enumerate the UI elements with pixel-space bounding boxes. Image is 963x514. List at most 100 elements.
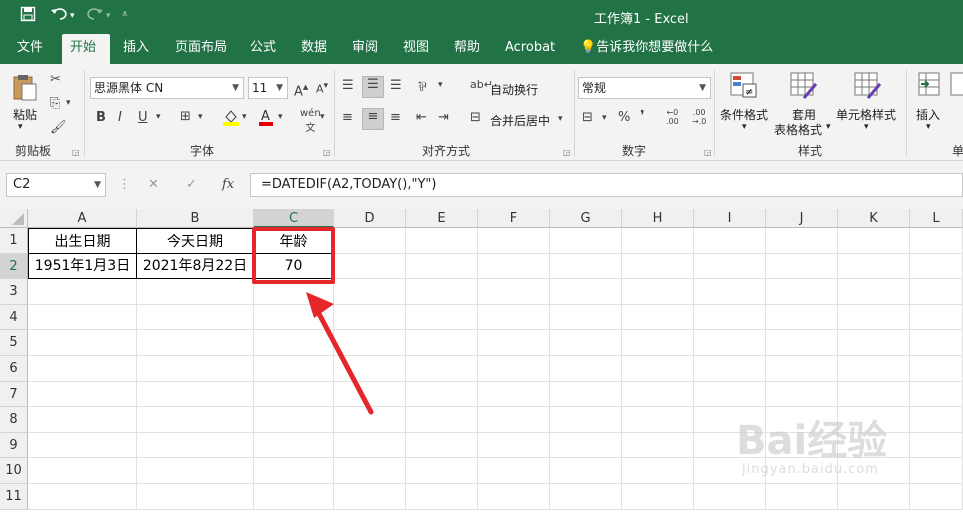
align-center-icon[interactable]: ≡: [362, 108, 384, 130]
row-header-2[interactable]: 2: [0, 254, 28, 279]
cell-c9[interactable]: [254, 433, 334, 458]
formula-input[interactable]: =DATEDIF(A2,TODAY(),"Y"): [250, 173, 963, 197]
cell-e11[interactable]: [406, 484, 478, 510]
column-header-j[interactable]: J: [766, 209, 838, 228]
merge-center-icon[interactable]: ⊟: [470, 110, 481, 125]
chevron-down-icon[interactable]: ▼: [94, 174, 101, 196]
cell-c5[interactable]: [254, 330, 334, 356]
insert-cells-button[interactable]: 插入: [916, 106, 940, 123]
cell-i3[interactable]: [694, 279, 766, 305]
cell-g1[interactable]: [550, 228, 622, 254]
increase-decimal-icon[interactable]: ←0.00: [666, 108, 679, 126]
font-launcher-icon[interactable]: ◲: [323, 148, 331, 157]
cell-l11[interactable]: [910, 484, 963, 510]
cell-e6[interactable]: [406, 356, 478, 382]
column-header-b[interactable]: B: [137, 209, 254, 228]
cell-b4[interactable]: [137, 305, 254, 330]
cell-styles-button[interactable]: 单元格样式: [836, 106, 896, 123]
cell-j4[interactable]: [766, 305, 838, 330]
align-bottom-icon[interactable]: ☰: [390, 78, 402, 93]
cell-g2[interactable]: [550, 254, 622, 279]
cell-a9[interactable]: [28, 433, 137, 458]
undo-dropdown-icon[interactable]: ▾: [70, 11, 75, 21]
save-icon[interactable]: [20, 6, 36, 26]
cell-k3[interactable]: [838, 279, 910, 305]
align-left-icon[interactable]: ≡: [342, 110, 353, 125]
cell-k11[interactable]: [838, 484, 910, 510]
font-color-icon[interactable]: A: [258, 108, 274, 130]
format-as-table-line2[interactable]: 表格格式: [774, 121, 822, 138]
column-header-e[interactable]: E: [406, 209, 478, 228]
merge-dropdown-icon[interactable]: ▾: [558, 114, 563, 124]
cell-d8[interactable]: [334, 407, 406, 433]
cell-k5[interactable]: [838, 330, 910, 356]
row-header-1[interactable]: 1: [0, 228, 28, 254]
insert-function-button[interactable]: fx: [222, 177, 234, 192]
tab-formulas[interactable]: 公式: [242, 34, 284, 64]
cell-k1[interactable]: [838, 228, 910, 254]
borders-dropdown-icon[interactable]: ▾: [198, 112, 203, 122]
borders-icon[interactable]: ⊞: [180, 109, 191, 124]
cut-icon[interactable]: ✂: [50, 72, 61, 87]
drag-handle-icon[interactable]: ⋮: [118, 177, 131, 192]
cell-b3[interactable]: [137, 279, 254, 305]
cell-g11[interactable]: [550, 484, 622, 510]
undo-icon[interactable]: [50, 6, 68, 26]
cell-e3[interactable]: [406, 279, 478, 305]
cell-a10[interactable]: [28, 458, 137, 484]
tab-review[interactable]: 审阅: [344, 34, 386, 64]
cell-g6[interactable]: [550, 356, 622, 382]
cell-b2[interactable]: 2021年8月22日: [136, 253, 254, 279]
tab-view[interactable]: 视图: [395, 34, 437, 64]
bold-button[interactable]: B: [96, 110, 106, 125]
cell-g4[interactable]: [550, 305, 622, 330]
cell-a1[interactable]: 出生日期: [28, 228, 137, 254]
cell-f3[interactable]: [478, 279, 550, 305]
cell-f4[interactable]: [478, 305, 550, 330]
font-name-combo[interactable]: 思源黑体 CN ▼: [90, 77, 244, 99]
cancel-icon[interactable]: ✕: [148, 177, 159, 192]
cell-b10[interactable]: [137, 458, 254, 484]
cell-a3[interactable]: [28, 279, 137, 305]
cell-h3[interactable]: [622, 279, 694, 305]
cell-d5[interactable]: [334, 330, 406, 356]
comma-style-icon[interactable]: ❜: [640, 108, 645, 124]
conditional-formatting-button[interactable]: 条件格式: [720, 106, 768, 123]
cell-styles-dropdown-icon[interactable]: ▾: [864, 122, 869, 132]
column-header-i[interactable]: I: [694, 209, 766, 228]
cell-f9[interactable]: [478, 433, 550, 458]
format-painter-icon[interactable]: 🖌: [50, 120, 67, 135]
cell-a5[interactable]: [28, 330, 137, 356]
cell-a4[interactable]: [28, 305, 137, 330]
tab-data[interactable]: 数据: [293, 34, 335, 64]
column-header-h[interactable]: H: [622, 209, 694, 228]
cell-d4[interactable]: [334, 305, 406, 330]
merge-center-button[interactable]: 合并后居中: [490, 112, 550, 129]
cell-b9[interactable]: [137, 433, 254, 458]
redo-icon[interactable]: [86, 6, 104, 26]
cell-c10[interactable]: [254, 458, 334, 484]
underline-button[interactable]: U: [138, 110, 148, 125]
cell-j3[interactable]: [766, 279, 838, 305]
column-header-f[interactable]: F: [478, 209, 550, 228]
cell-l4[interactable]: [910, 305, 963, 330]
cell-e10[interactable]: [406, 458, 478, 484]
orientation-icon[interactable]: ⅌: [418, 77, 427, 95]
cell-i2[interactable]: [694, 254, 766, 279]
insert-dropdown-icon[interactable]: ▾: [926, 122, 931, 132]
column-header-k[interactable]: K: [838, 209, 910, 228]
copy-icon[interactable]: ⎘: [50, 96, 60, 111]
row-header-7[interactable]: 7: [0, 382, 28, 407]
cell-a11[interactable]: [28, 484, 137, 510]
cell-i11[interactable]: [694, 484, 766, 510]
cell-g3[interactable]: [550, 279, 622, 305]
name-box[interactable]: C2 ▼: [6, 173, 106, 197]
cell-d9[interactable]: [334, 433, 406, 458]
conditional-formatting-icon[interactable]: ≠: [730, 72, 757, 98]
fill-color-icon[interactable]: [222, 108, 240, 130]
tab-help[interactable]: 帮助: [446, 34, 488, 64]
cell-h10[interactable]: [622, 458, 694, 484]
copy-dropdown-icon[interactable]: ▾: [66, 98, 71, 108]
cell-k4[interactable]: [838, 305, 910, 330]
cell-f1[interactable]: [478, 228, 550, 254]
